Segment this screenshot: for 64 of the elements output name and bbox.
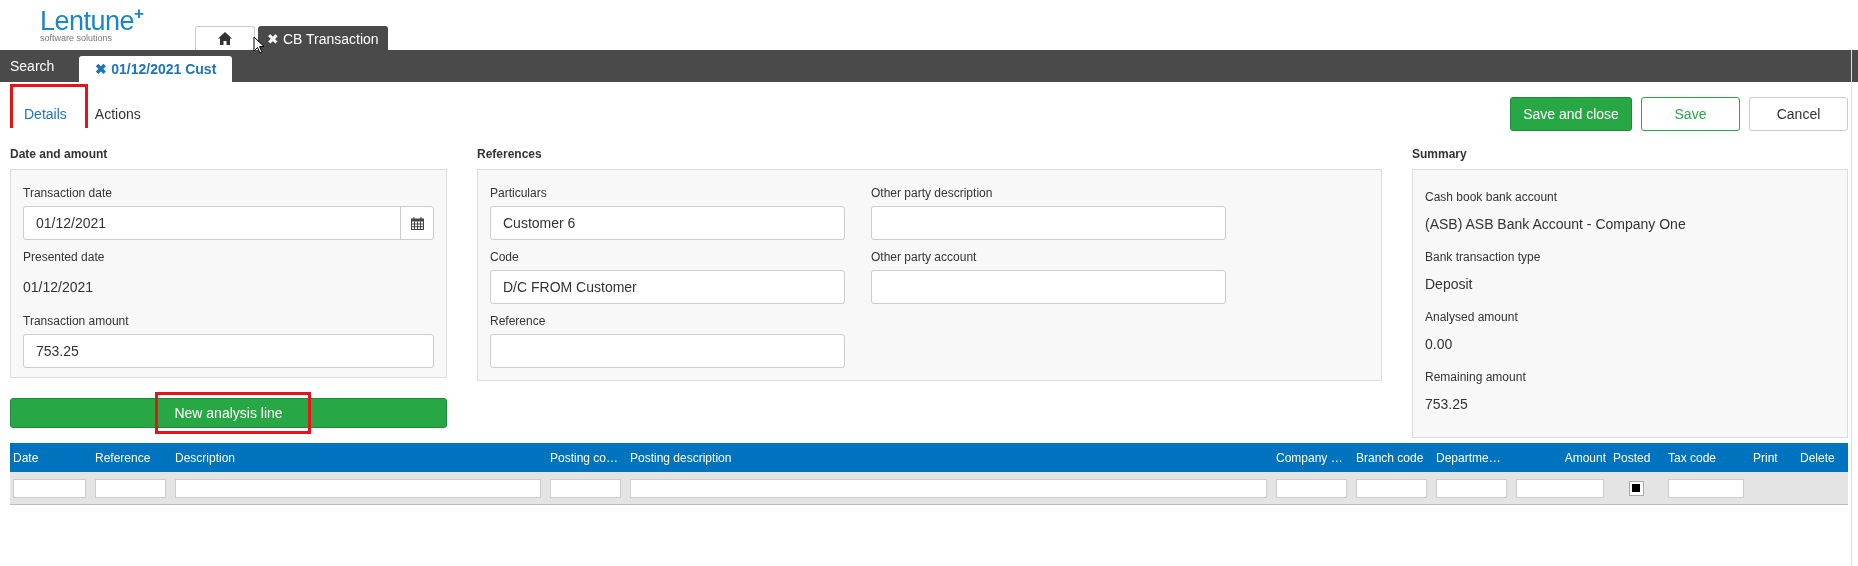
home-icon (218, 32, 232, 45)
field-label: Other party account (871, 250, 978, 264)
summary-value: Deposit (1425, 275, 1474, 294)
summary-label: Analysed amount (1425, 310, 1519, 324)
summary-value: 753.25 (1425, 395, 1469, 414)
cell-input[interactable] (95, 478, 166, 498)
field-label: Transaction amount (23, 314, 130, 328)
cell-input[interactable] (630, 478, 1267, 498)
cancel-button[interactable]: Cancel (1749, 96, 1848, 131)
summary-label: Remaining amount (1425, 370, 1527, 384)
column-header: Amount (1563, 450, 1607, 465)
column-header: Departme… (1435, 450, 1502, 465)
section-heading: Date and amount (10, 146, 109, 163)
column-header: Tax code (1667, 450, 1718, 465)
input-field[interactable] (871, 270, 1226, 304)
search-tab[interactable]: Search (10, 58, 55, 74)
column-header: Reference (94, 450, 152, 465)
logo-tagline: software solutions (40, 35, 114, 42)
cell-input[interactable] (1516, 478, 1604, 498)
field-label: Transaction date (23, 186, 113, 200)
summary-label: Bank transaction type (1425, 250, 1542, 264)
field-label: Particulars (490, 186, 548, 200)
summary-value: (ASB) ASB Bank Account - Company One (1425, 215, 1687, 234)
home-tab[interactable] (195, 26, 255, 50)
input-field[interactable]: Customer 6 (490, 206, 845, 240)
form-tab[interactable]: Actions (94, 105, 141, 122)
logo-wordmark: Lentune (40, 7, 135, 35)
cell-input[interactable] (1436, 478, 1507, 498)
app-tab[interactable]: ✖ CB Transaction (258, 26, 388, 50)
cell-input[interactable] (1668, 478, 1744, 498)
column-header: Description (174, 450, 237, 465)
cell-input[interactable] (1276, 478, 1347, 498)
cell-input[interactable] (13, 478, 86, 498)
input-field[interactable]: D/C FROM Customer (490, 270, 845, 304)
column-header: Delete (1799, 450, 1836, 465)
column-header: Date (12, 450, 40, 465)
field-value: 01/12/2021 (23, 278, 95, 297)
date-field[interactable]: 01/12/2021 (23, 206, 434, 240)
field-label: Other party description (871, 186, 994, 200)
column-header: Posting co… (549, 450, 620, 465)
posted-checkbox[interactable] (1628, 480, 1644, 496)
column-header: Posting description (629, 450, 733, 465)
input-field[interactable] (871, 206, 1226, 240)
mouse-cursor-icon (253, 36, 265, 54)
input-field[interactable] (490, 334, 845, 368)
field-label: Reference (490, 314, 547, 328)
column-header: Branch code (1355, 450, 1425, 465)
amount-field[interactable]: 753.25 (23, 334, 434, 368)
column-header: Print (1752, 450, 1779, 465)
section-heading: Summary (1412, 146, 1468, 163)
field-label: Presented date (23, 250, 106, 264)
section-heading: References (477, 146, 543, 163)
field-label: Code (490, 250, 520, 264)
column-header: Company … (1275, 450, 1344, 465)
document-tab[interactable]: ✖ 01/12/2021 Cust (79, 56, 233, 82)
summary-label: Cash book bank account (1425, 190, 1559, 204)
summary-value: 0.00 (1425, 335, 1454, 354)
calendar-icon (410, 216, 424, 230)
cell-input[interactable] (175, 478, 541, 498)
cell-input[interactable] (550, 478, 621, 498)
logo-plus: + (134, 7, 145, 21)
cell-input[interactable] (1356, 478, 1427, 498)
column-header: Posted (1612, 450, 1652, 465)
form-tab[interactable]: Details (24, 105, 67, 122)
